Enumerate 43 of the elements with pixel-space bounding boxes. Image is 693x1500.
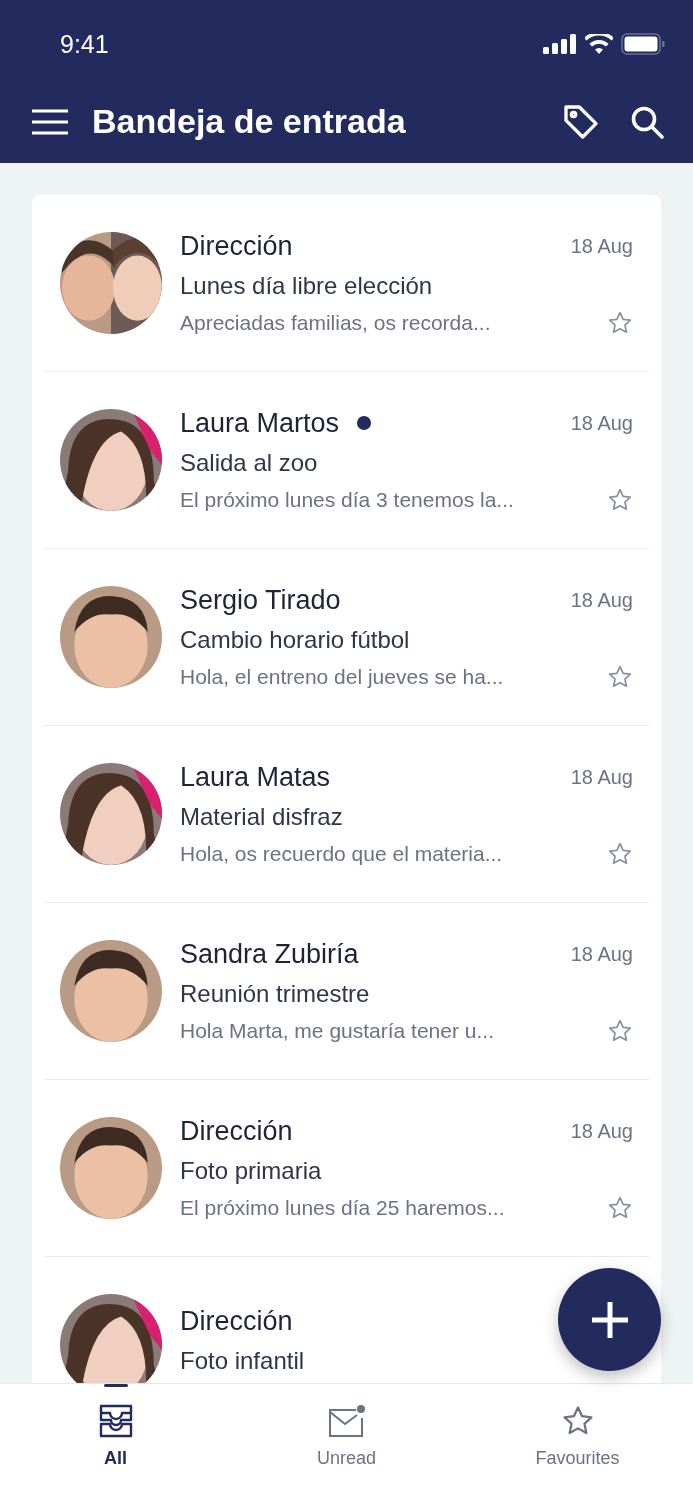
message-subject: Reunión trimestre — [180, 979, 371, 1008]
star-icon[interactable] — [607, 486, 633, 513]
message-subject: Cambio horario fútbol — [180, 625, 411, 654]
sender-name: Dirección — [180, 1115, 293, 1147]
page-title: Bandeja de entrada — [92, 102, 407, 141]
message-preview: Hola, os recuerdo que el materia... — [180, 841, 503, 866]
star-icon[interactable] — [607, 840, 633, 867]
message-date: 18 Aug — [570, 765, 633, 789]
message-subject: Foto infantil — [180, 1346, 306, 1375]
sender-name: Sergio Tirado — [180, 584, 341, 616]
star-icon[interactable] — [607, 309, 633, 336]
wifi-icon — [585, 34, 613, 54]
message-preview: Hola Marta, me gustaría tener u... — [180, 1018, 494, 1043]
message-date: 18 Aug — [570, 588, 633, 612]
sender-name: Dirección — [180, 230, 293, 262]
inbox-icon — [98, 1404, 133, 1438]
envelope-icon — [327, 1404, 366, 1438]
message-preview: Apreciadas familias, os recorda... — [180, 310, 491, 335]
sender-name: Dirección — [180, 1305, 293, 1337]
signal-icon — [543, 34, 577, 54]
tab[interactable]: All — [0, 1384, 231, 1500]
message-subject: Foto primaria — [180, 1156, 323, 1185]
message-preview: El próximo lunes día 25 haremos... — [180, 1195, 505, 1220]
sender-name: Laura Martos — [180, 407, 340, 439]
tab[interactable]: Unread — [231, 1384, 462, 1500]
star-icon[interactable] — [607, 663, 633, 690]
star-icon[interactable] — [607, 1017, 633, 1044]
message-subject: Salida al zoo — [180, 448, 319, 477]
message-date: 18 Aug — [570, 942, 633, 966]
plus-icon — [589, 1299, 630, 1340]
message-preview: Hola, el entreno del jueves se ha... — [180, 664, 504, 689]
message-subject: Lunes día libre elección — [180, 271, 434, 300]
message-subject: Material disfraz — [180, 802, 344, 831]
tab[interactable]: Favourites — [462, 1384, 693, 1500]
star-icon[interactable] — [607, 1194, 633, 1221]
battery-icon — [621, 33, 665, 55]
status-time: 9:41 — [60, 29, 109, 59]
sender-name: Laura Matas — [180, 761, 331, 793]
message-preview: El próximo lunes día 3 tenemos la... — [180, 487, 514, 512]
message-date: 18 Aug — [570, 1119, 633, 1143]
sender-name: Sandra Zubiría — [180, 938, 359, 970]
message-date: 18 Aug — [570, 411, 633, 435]
message-date: 18 Aug — [570, 234, 633, 258]
